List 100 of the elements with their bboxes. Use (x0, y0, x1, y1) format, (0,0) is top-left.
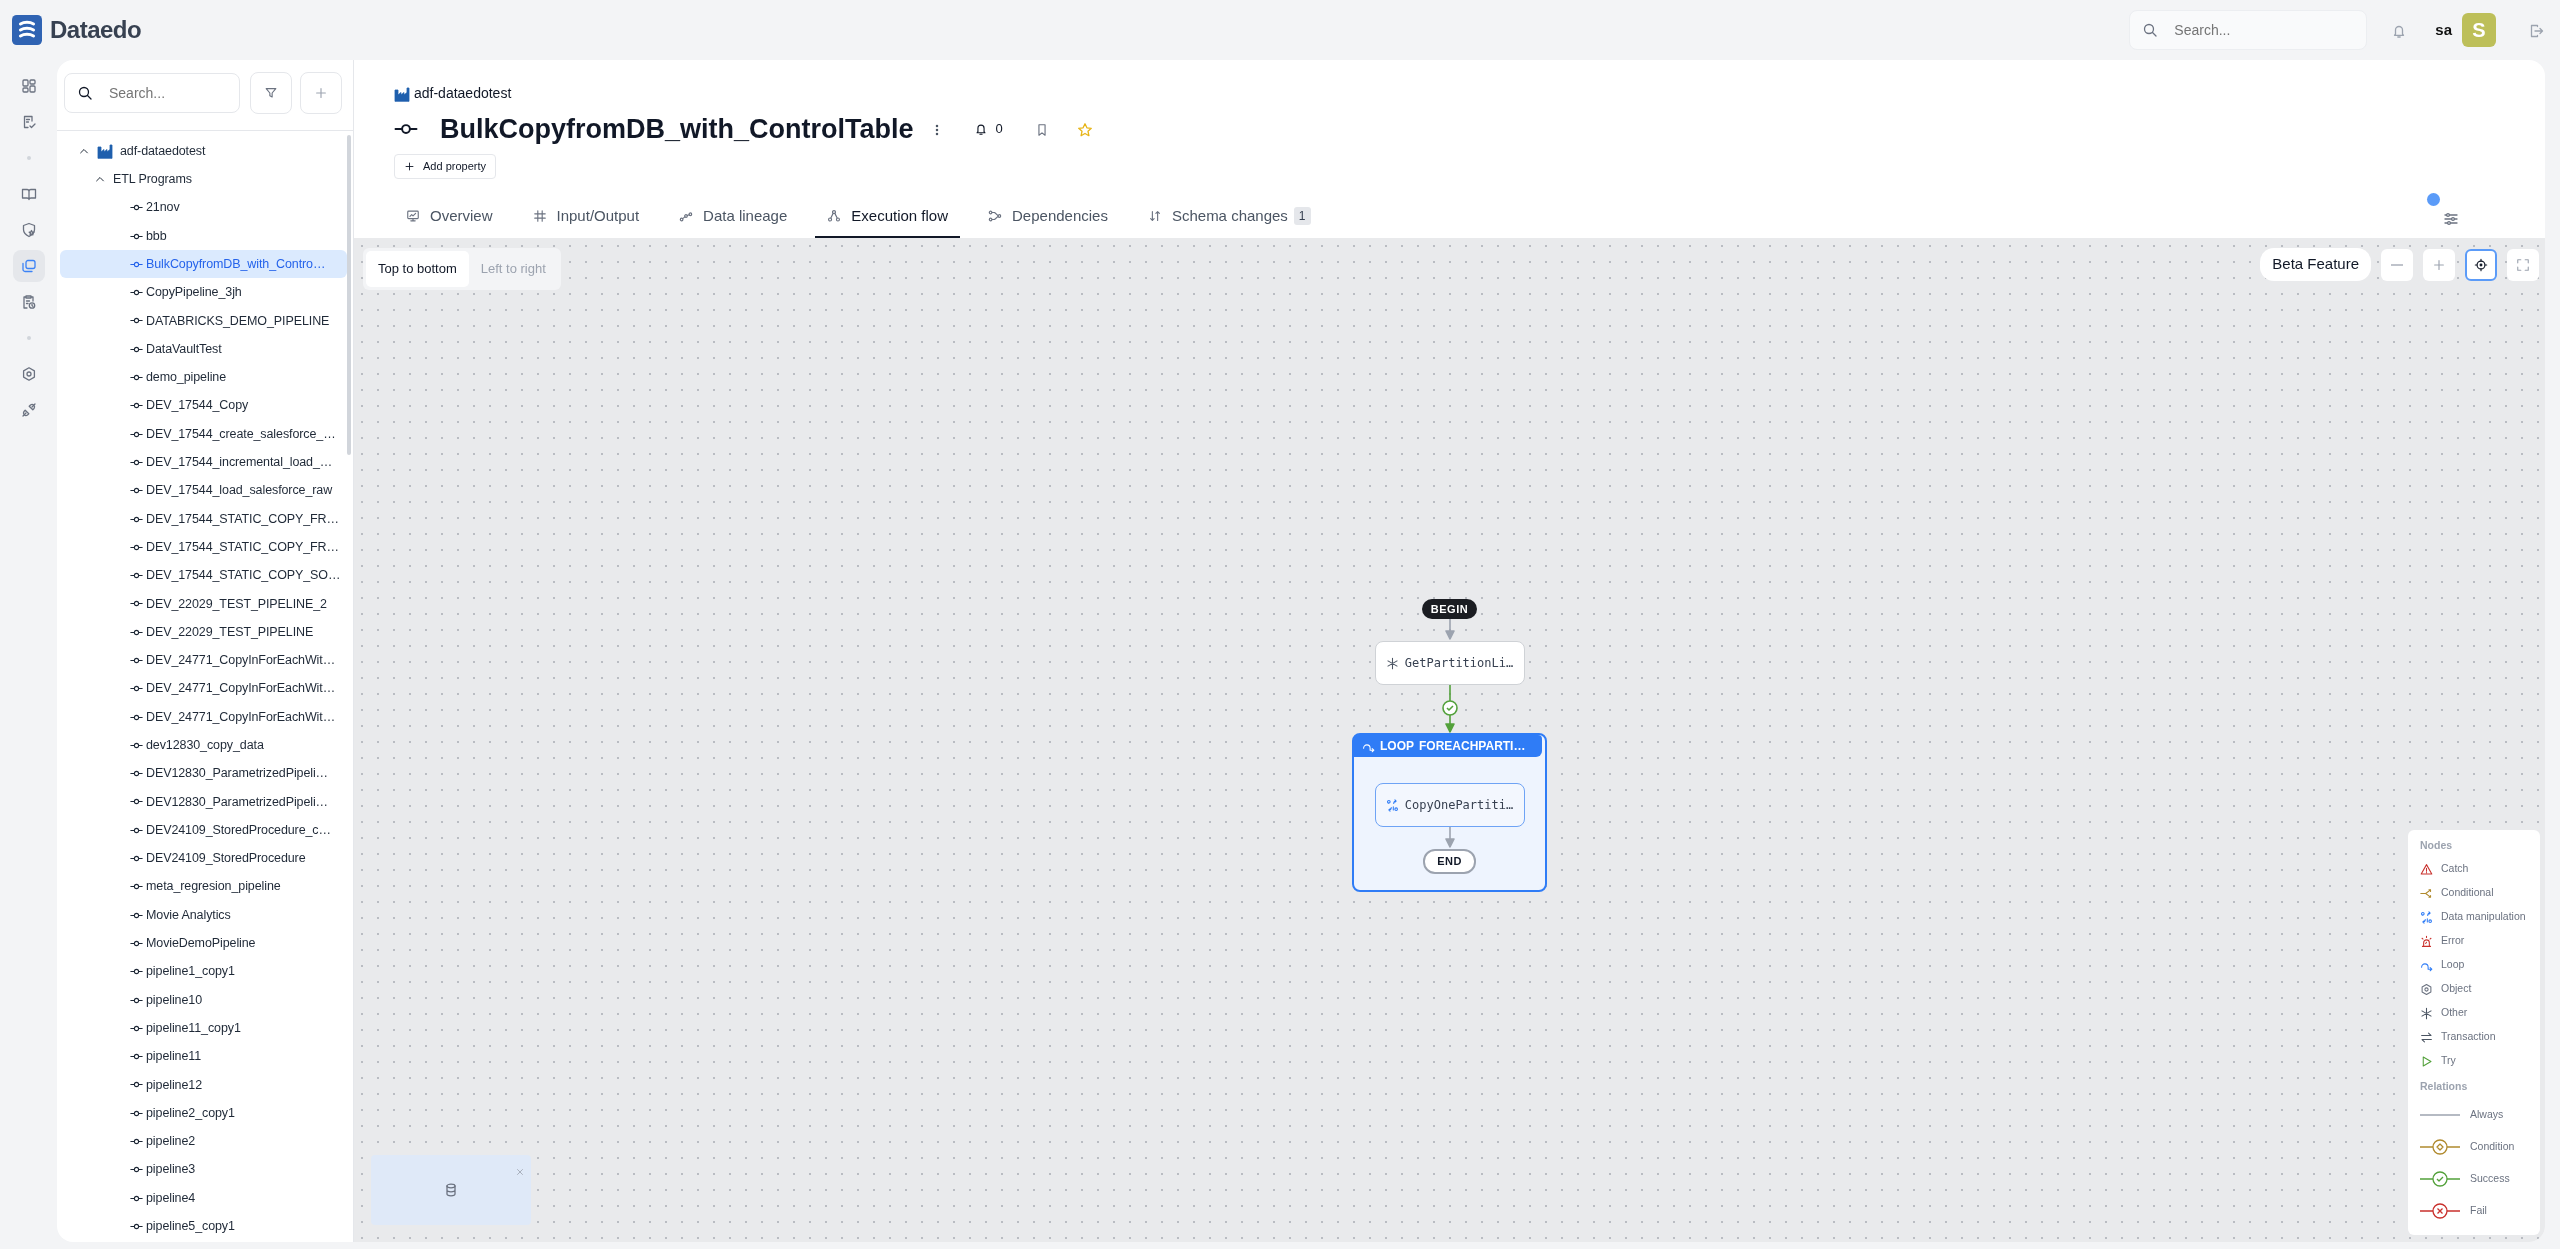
activity-node[interactable]: GetPartitionLi… (1374, 641, 1525, 686)
tree-item[interactable]: DEV_17544_create_salesforce_… (60, 419, 347, 449)
tree-item[interactable]: DEV_17544_STATIC_COPY_FR… (60, 533, 347, 562)
fullscreen-icon (2516, 257, 2530, 272)
end-marker: END (1423, 849, 1476, 874)
tree-item[interactable]: DEV_17544_incremental_load_… (60, 448, 347, 477)
legend-heading: Nodes (2420, 837, 2454, 853)
tree-item[interactable]: dev12830_copy_data (60, 731, 347, 760)
tree-item[interactable]: meta_regresion_pipeline (60, 872, 347, 901)
tree-item[interactable]: DEV_17544_STATIC_COPY_FR… (60, 504, 347, 534)
tree-item[interactable]: Movie Analytics (60, 901, 347, 930)
beta-label: Beta Feature (2260, 248, 2371, 281)
tree-item[interactable]: demo_pipeline (60, 363, 347, 392)
begin-marker: BEGIN (1421, 598, 1478, 620)
loop-title: FOREACHPARTI… (1419, 738, 1526, 756)
tree-item[interactable]: pipeline5_copy1 (60, 1212, 347, 1241)
count-badge: 1 (1293, 207, 1311, 226)
tree-item[interactable]: DEV12830_ParametrizedPipeli… (60, 759, 347, 788)
legend-label: Transaction (2441, 1029, 2496, 1045)
tree-item[interactable]: pipeline10 (60, 985, 347, 1015)
tree-item[interactable]: pipeline1_copy1 (60, 957, 347, 986)
condition-relation-icon (2420, 1139, 2460, 1155)
tree-item[interactable]: DEV12830_ParametrizedPipeli… (60, 787, 347, 817)
tree-item[interactable]: pipeline12 (60, 1070, 347, 1100)
filter-icon (264, 86, 278, 100)
factory-icon (97, 143, 113, 160)
tab[interactable]: Dependencies (976, 196, 1120, 239)
dependencies-icon (988, 209, 1003, 224)
legend-label: Try (2441, 1053, 2456, 1069)
tree-item[interactable]: DATABRICKS_DEMO_PIPELINE (60, 306, 347, 336)
legend-label: Other (2441, 1005, 2468, 1021)
tree-item[interactable]: DEV_17544_Copy (60, 391, 347, 420)
tree-item[interactable]: pipeline4 (60, 1184, 347, 1213)
tree-item[interactable]: CopyPipeline_3jh (60, 278, 347, 307)
tree-item[interactable]: DataVaultTest (60, 335, 347, 364)
tree-item[interactable]: BulkCopyfromDB_with_Contro… (60, 250, 347, 279)
legend-label: Loop (2441, 957, 2465, 973)
fit-view-button[interactable] (2465, 248, 2497, 281)
schema-icon (1147, 209, 1162, 224)
settings-icon (20, 366, 37, 382)
success-relation-icon (2420, 1171, 2460, 1187)
tree-item[interactable]: pipeline11_copy1 (60, 1014, 347, 1043)
add-property-button[interactable]: Add property (394, 154, 496, 179)
asterisk-icon (1385, 656, 1399, 670)
fullscreen-button[interactable] (2507, 248, 2539, 281)
tree-item[interactable]: DEV24109_StoredProcedure_c… (60, 816, 347, 845)
tree-item[interactable]: DEV_17544_STATIC_COPY_SO… (60, 561, 347, 590)
nav-rail-button[interactable] (12, 250, 45, 282)
tree-item[interactable]: pipeline2 (60, 1127, 347, 1156)
user-name: sa (2435, 19, 2452, 40)
tree-item[interactable]: MovieDemoPipeline (60, 929, 347, 958)
tree-item[interactable]: DEV_17544_load_salesforce_raw (60, 476, 347, 505)
swap-arrows-icon (1385, 798, 1399, 812)
legend-label: Conditional (2441, 885, 2494, 901)
notifications-button[interactable]: 0 (971, 117, 1005, 141)
book-icon (20, 186, 37, 202)
logo-icon[interactable] (12, 15, 42, 45)
layout-option[interactable]: Top to bottom (366, 251, 469, 287)
brand-name: Dataedo (50, 15, 142, 45)
legend-label: Object (2441, 981, 2472, 997)
sliders-icon (2443, 211, 2459, 228)
loop-keyword: LOOP (1380, 738, 1414, 756)
plus-icon (2432, 257, 2446, 272)
dashboard-icon (20, 78, 37, 94)
tree-item[interactable]: pipeline11 (60, 1042, 347, 1071)
warning-triangle-icon (2420, 862, 2433, 876)
tab[interactable]: Data lineage (667, 196, 800, 239)
zoom-out-button[interactable] (2381, 248, 2413, 281)
connector-icon (20, 402, 37, 418)
tab[interactable]: Overview (394, 196, 505, 239)
loop-container[interactable]: LOOP FOREACHPARTI… CopyOnePartiti… END (1352, 733, 1547, 892)
legend-label: Fail (2470, 1203, 2487, 1219)
tree-item[interactable]: pipeline2_copy1 (60, 1099, 347, 1128)
tree-item[interactable]: DEV_24771_CopyInForEachWit… (60, 702, 347, 732)
filter-button[interactable] (250, 72, 292, 114)
tree-item[interactable]: DEV_24771_CopyInForEachWit… (60, 674, 347, 703)
legend-label: Error (2441, 933, 2465, 949)
tab[interactable]: Input/Output (520, 196, 652, 239)
tree-item[interactable]: DEV_22029_TEST_PIPELINE (60, 618, 347, 647)
swap-arrows-icon (2420, 910, 2433, 924)
scrollbar[interactable] (347, 135, 351, 455)
breadcrumb-link[interactable]: adf-dataedotest (414, 83, 512, 104)
tree-item[interactable]: adf-dataedotest (60, 137, 347, 166)
search-field[interactable]: Search... (2129, 10, 2368, 50)
tree-item[interactable]: DEV_22029_TEST_PIPELINE_2 (60, 589, 347, 619)
tree-item[interactable]: DEV_24771_CopyInForEachWit… (60, 646, 347, 675)
zoom-in-button[interactable] (2423, 248, 2455, 281)
tab[interactable]: Schema changes 1 (1135, 196, 1323, 239)
tree-item[interactable]: ETL Programs (60, 165, 347, 194)
page-title: BulkCopyfromDB_with_ControlTable (440, 113, 914, 146)
tree-item[interactable]: DEV24109_StoredProcedure (60, 844, 347, 873)
objects-icon (20, 258, 37, 274)
tree-item[interactable]: pipeline3 (60, 1155, 347, 1184)
tree-item[interactable]: bbb (60, 221, 347, 251)
activity-node[interactable]: CopyOnePartiti… (1374, 783, 1525, 828)
exchange-arrows-icon (2420, 1030, 2433, 1044)
star-icon (1076, 122, 1093, 138)
search-field[interactable]: Search... (64, 73, 240, 113)
close-icon (515, 1166, 525, 1177)
tree-item[interactable]: 21nov (60, 193, 347, 222)
